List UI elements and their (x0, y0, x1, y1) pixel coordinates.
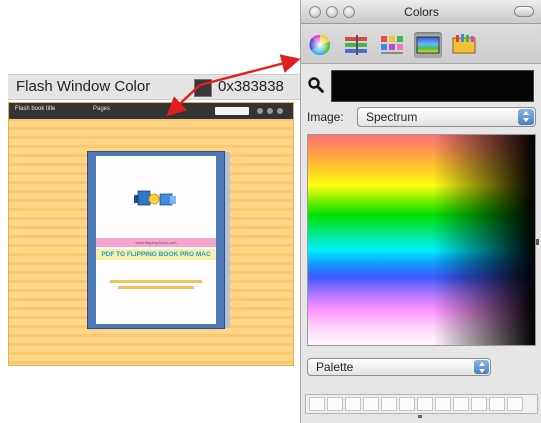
swatch-cell[interactable] (363, 397, 379, 411)
spectrum-resize-handle[interactable] (536, 239, 539, 245)
flash-toolbar-pages: Pages (93, 106, 111, 112)
toolbar-toggle-button[interactable] (514, 6, 534, 17)
crayons-mode-button[interactable] (450, 32, 478, 58)
flash-toolbar: Flash book title Pages (9, 103, 293, 119)
book-text-line (118, 286, 194, 289)
swatch-cell[interactable] (489, 397, 505, 411)
image-palettes-icon (416, 36, 440, 54)
color-mode-toolbar (301, 24, 541, 64)
swatch-cell[interactable] (417, 397, 433, 411)
color-sliders-mode-button[interactable] (342, 32, 370, 58)
updown-arrows-icon (474, 360, 489, 374)
color-wheel-icon (309, 34, 330, 56)
book-page: www.flipping-book.com PDF TO FLIPPING BO… (96, 156, 216, 324)
book-text-line (110, 280, 202, 283)
image-palettes-mode-button[interactable] (414, 32, 442, 58)
image-select-value: Spectrum (366, 110, 418, 124)
colors-window: Colors Image: Spectrum Palette (300, 0, 541, 423)
swatch-cell[interactable] (435, 397, 451, 411)
book-url-text: www.flipping-book.com (135, 240, 177, 245)
book-page-edge (225, 152, 230, 328)
flash-toolbar-icon (277, 108, 283, 114)
current-color-swatch[interactable] (331, 70, 534, 102)
flash-search-box (215, 107, 249, 115)
palette-select-value: Palette (316, 360, 354, 374)
flash-window-color-swatch[interactable] (194, 79, 212, 97)
colors-titlebar: Colors (301, 0, 541, 24)
palette-select[interactable]: Palette (307, 358, 491, 376)
swatch-cell[interactable] (453, 397, 469, 411)
book-logo-icon (134, 190, 176, 206)
magnifier-icon[interactable] (307, 76, 325, 94)
flash-toolbar-title: Flash book title (15, 106, 56, 112)
color-palettes-icon (381, 36, 403, 54)
flash-window-color-row: Flash Window Color 0x383838 (8, 74, 300, 100)
book-url-band: www.flipping-book.com (96, 238, 216, 247)
color-wheel-mode-button[interactable] (306, 32, 334, 58)
swatch-resize-handle[interactable] (418, 415, 422, 418)
flash-book-preview: Flash book title Pages www.flipping-book… (8, 102, 294, 366)
book-title: PDF TO FLIPPING BOOK PRO MAC (96, 249, 216, 260)
crayons-icon (452, 34, 476, 54)
swatch-cell[interactable] (345, 397, 361, 411)
swatch-cell[interactable] (381, 397, 397, 411)
book-cover: www.flipping-book.com PDF TO FLIPPING BO… (87, 151, 230, 329)
current-color-row (301, 64, 541, 106)
color-palettes-mode-button[interactable] (378, 32, 406, 58)
swatch-cell[interactable] (471, 397, 487, 411)
color-sliders-icon (345, 35, 367, 55)
flash-settings-panel: Flash Window Color 0x383838 Flash book t… (0, 0, 300, 423)
flash-toolbar-icon (267, 108, 273, 114)
flash-window-color-value: 0x383838 (218, 78, 284, 95)
flash-toolbar-icon (257, 108, 263, 114)
swatch-cell[interactable] (507, 397, 523, 411)
swatch-cell[interactable] (309, 397, 325, 411)
spectrum-image[interactable] (307, 134, 539, 346)
updown-arrows-icon (518, 109, 534, 125)
colors-window-title: Colors (404, 5, 439, 19)
swatch-cell[interactable] (399, 397, 415, 411)
flash-window-color-label: Flash Window Color (16, 78, 151, 95)
swatch-cell[interactable] (327, 397, 343, 411)
image-label: Image: (307, 110, 344, 124)
image-select[interactable]: Spectrum (357, 107, 536, 127)
color-swatch-strip (305, 394, 538, 414)
